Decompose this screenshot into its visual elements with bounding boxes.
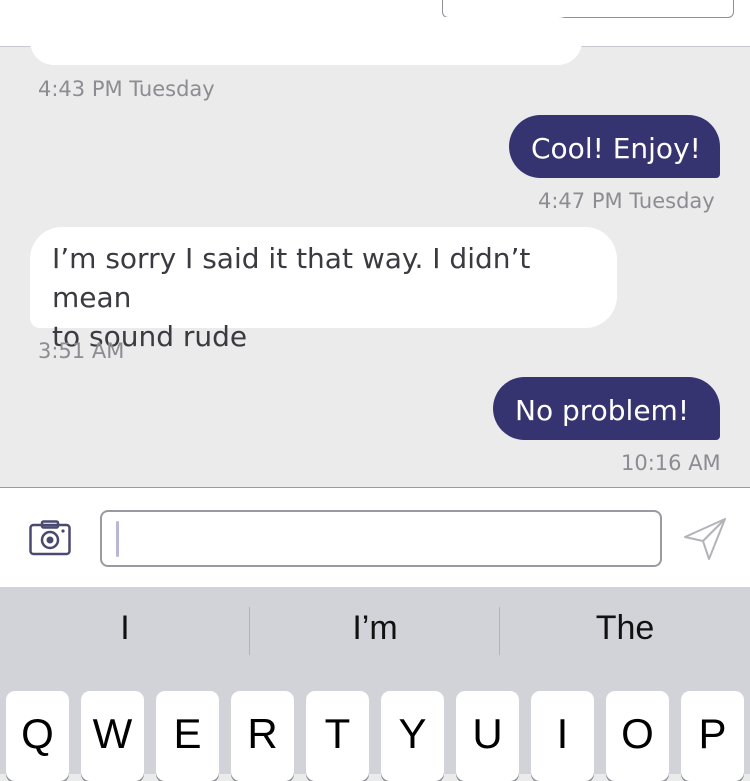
key-q[interactable]: Q: [6, 691, 69, 781]
key-t[interactable]: T: [306, 691, 369, 781]
key-e[interactable]: E: [156, 691, 219, 781]
message-text-line: to sound rude: [52, 320, 248, 353]
key-y[interactable]: Y: [381, 691, 444, 781]
message-timestamp: 4:43 PM Tuesday: [38, 77, 215, 101]
message-text: Cool! Enjoy!: [531, 132, 701, 165]
suggestion-word[interactable]: The: [500, 609, 750, 648]
send-icon[interactable]: [682, 516, 728, 562]
message-text: No problem!: [515, 394, 690, 427]
key-u[interactable]: U: [456, 691, 519, 781]
key-w[interactable]: W: [81, 691, 144, 781]
message-timestamp: 10:16 AM: [621, 451, 721, 475]
text-cursor: [116, 521, 119, 557]
message-thread[interactable]: 4:43 PM Tuesday Cool! Enjoy! 4:47 PM Tue…: [0, 17, 750, 487]
message-composer: [0, 487, 750, 588]
key-r[interactable]: R: [231, 691, 294, 781]
incoming-message-bubble[interactable]: I’m sorry I said it that way. I didn’t m…: [30, 227, 617, 353]
key-o[interactable]: O: [606, 691, 669, 781]
suggestion-word[interactable]: I’m: [250, 609, 500, 648]
onscreen-keyboard: I I’m The Q W E R T Y U I O P: [0, 587, 750, 781]
message-text-line: I’m sorry I said it that way. I didn’t m…: [52, 242, 531, 314]
outgoing-message-bubble[interactable]: Cool! Enjoy!: [509, 115, 720, 178]
message-input[interactable]: [100, 510, 662, 567]
suggestion-word[interactable]: I: [0, 609, 250, 648]
camera-icon[interactable]: [29, 520, 71, 556]
outgoing-message-bubble[interactable]: No problem!: [493, 377, 720, 440]
message-timestamp: 3:51 AM: [38, 339, 125, 363]
header-field[interactable]: [442, 0, 734, 18]
message-timestamp: 4:47 PM Tuesday: [538, 189, 715, 213]
key-p[interactable]: P: [681, 691, 744, 781]
key-i[interactable]: I: [531, 691, 594, 781]
clipped-incoming-bubble: [30, 17, 582, 65]
